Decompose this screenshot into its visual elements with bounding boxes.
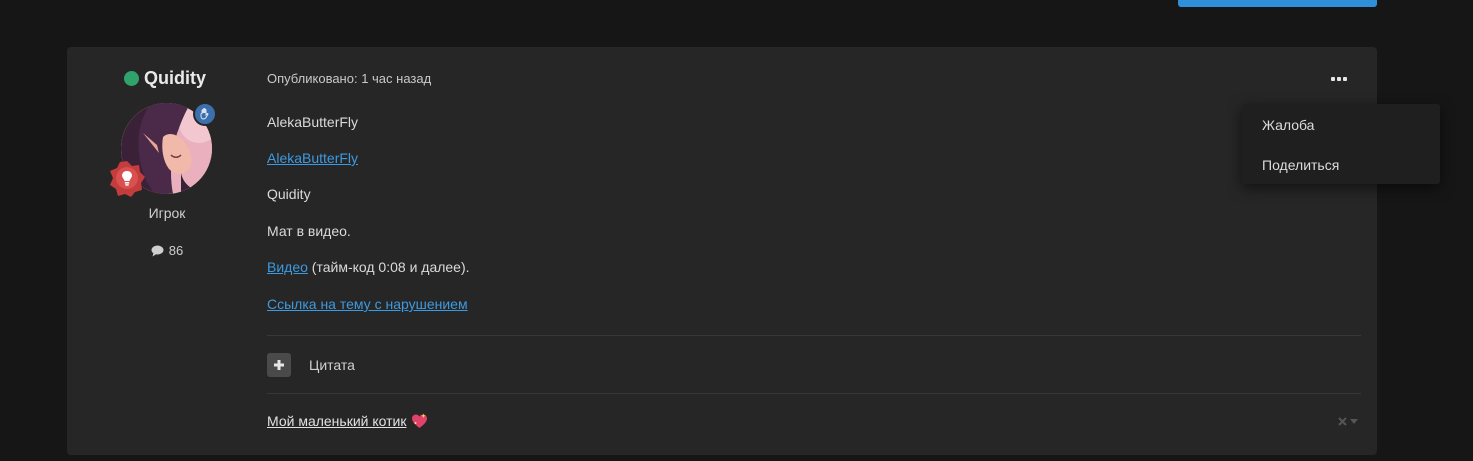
video-note: (тайм-код 0:08 и далее). xyxy=(307,259,470,275)
content-line-4: Мат в видео. xyxy=(267,223,351,239)
post-date[interactable]: Опубликовано: 1 час назад xyxy=(267,71,431,86)
content-line-1: AlekaButterFly xyxy=(267,114,359,130)
signature-controls[interactable] xyxy=(1338,417,1358,426)
top-action-button[interactable] xyxy=(1178,0,1377,7)
video-link[interactable]: Видео xyxy=(267,259,308,275)
signature: Мой маленький котик xyxy=(267,413,428,429)
post-card: Quidity Игрок 86 Опубликовано: 1 час наз… xyxy=(67,47,1377,455)
ellipsis-icon[interactable] xyxy=(1329,73,1349,85)
author-name[interactable]: Quidity xyxy=(144,68,206,89)
content-line-5: Видео (тайм-код 0:08 и далее). xyxy=(267,259,470,275)
comment-icon xyxy=(151,245,164,256)
lightbulb-icon xyxy=(108,160,146,198)
quote-button[interactable]: Цитата xyxy=(309,357,355,373)
post-count: 86 xyxy=(107,243,227,258)
content-line-3: Quidity xyxy=(267,186,311,202)
close-icon[interactable] xyxy=(1338,417,1347,426)
content-divider xyxy=(267,335,1361,336)
signature-link[interactable]: Мой маленький котик xyxy=(267,413,406,429)
mention-link[interactable]: AlekaButterFly xyxy=(267,150,358,166)
content-line-6: Ссылка на тему с нарушением xyxy=(267,296,468,312)
violation-topic-link[interactable]: Ссылка на тему с нарушением xyxy=(267,296,468,312)
content-line-2: AlekaButterFly xyxy=(267,150,358,166)
caret-down-icon[interactable] xyxy=(1350,418,1358,425)
hand-icon xyxy=(193,102,217,126)
quote-row: Цитата xyxy=(267,353,355,377)
sparkling-heart-icon xyxy=(412,413,428,428)
plus-icon[interactable] xyxy=(267,353,291,377)
online-status-icon xyxy=(124,70,139,86)
author-name-row: Quidity xyxy=(124,67,210,89)
post-options-menu: Жалоба Поделиться xyxy=(1242,104,1440,184)
post-count-value: 86 xyxy=(168,243,184,258)
menu-item-share[interactable]: Поделиться xyxy=(1262,157,1339,173)
signature-divider xyxy=(267,393,1361,394)
author-rank: Игрок xyxy=(148,205,186,221)
menu-item-report[interactable]: Жалоба xyxy=(1262,117,1314,133)
